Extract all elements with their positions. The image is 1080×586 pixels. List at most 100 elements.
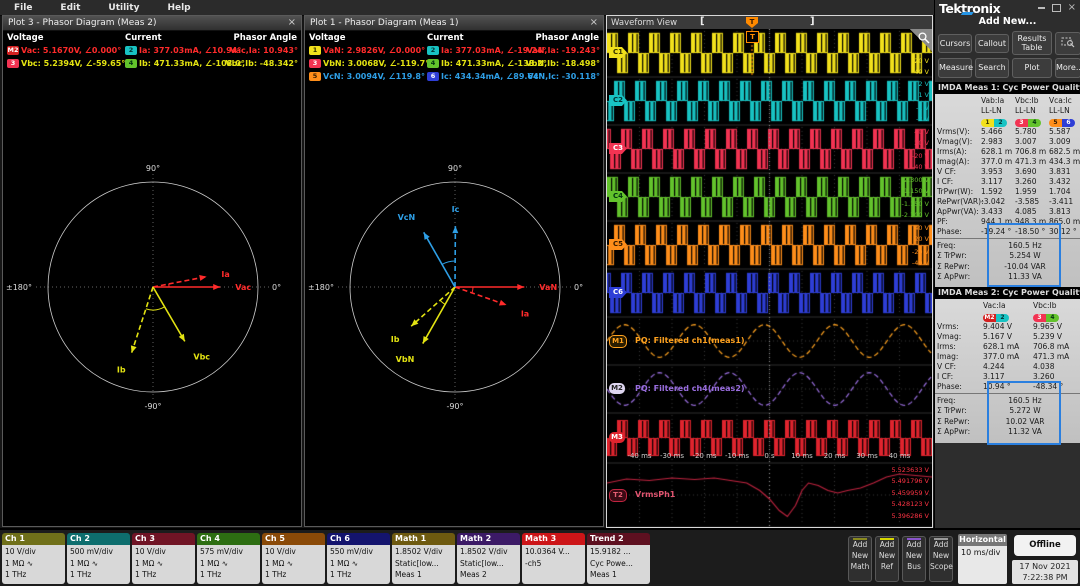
meas2-table: Vac:Ia Vbc:Ib M2 2 3 4 Vrms: 9.404 V 9.965 V Vmag…	[935, 298, 1080, 445]
expansion-bracket-left[interactable]: [	[700, 16, 705, 27]
badge-setting-line: 10 V/div	[135, 547, 166, 556]
close-icon[interactable]: ×	[590, 18, 598, 28]
close-window-icon[interactable]: ×	[1068, 3, 1076, 13]
plot1-title-bar[interactable]: Plot 1 - Phasor Diagram (Meas 1) ×	[305, 16, 603, 31]
waveform-channel-badge-M2[interactable]: M2	[609, 383, 625, 394]
badge-settings: 575 mV/div 1 MΩ ∿ 1 THz	[197, 545, 260, 584]
channel-settings-badge-math1[interactable]: Math 1 1.8502 V/div Static[low... Meas 1	[392, 533, 455, 584]
meas-value: 706.8 m	[1015, 146, 1047, 156]
phasor-diagram: 90° -90° 0° ±180° VaN Ia VbN Ib VcN Ic	[308, 164, 583, 411]
axis-label-180: ±180°	[6, 283, 32, 292]
scale-label: 20 V	[914, 139, 929, 148]
source-badge: 5	[1049, 118, 1062, 127]
offline-button[interactable]: Offline	[1014, 535, 1076, 556]
meas-value: 1.959	[1015, 186, 1037, 196]
add-new-scope-button[interactable]: Add New Scope	[929, 536, 953, 582]
meas2-header[interactable]: IMDA Meas 2: Cyc Power Quality'	[935, 286, 1080, 299]
waveform-channel-badge-M1[interactable]: M1	[609, 335, 627, 348]
scale-label: -2.300 V	[901, 211, 929, 220]
minimize-icon[interactable]	[1037, 7, 1045, 9]
accent-line	[853, 538, 867, 540]
trigger-level-marker[interactable]: T	[746, 31, 759, 43]
scale-label: -40 V	[911, 259, 929, 268]
badge-title: Ch 6	[327, 533, 390, 545]
plot3-title-bar[interactable]: Plot 3 - Phasor Diagram (Meas 2) ×	[3, 16, 301, 31]
restore-icon[interactable]	[1051, 4, 1061, 12]
horizontal-value: 10 ms/div	[958, 546, 1007, 584]
badge-setting-line: 1 MΩ ∿	[5, 558, 34, 568]
phasor-vector-label: Vbc	[193, 353, 210, 362]
add-button-line: New	[932, 550, 950, 560]
channel-settings-badge-ch5[interactable]: Ch 5 10 V/div 1 MΩ ∿ 1 THz	[262, 533, 325, 584]
meas-row-label: ApPwr(VA):	[937, 206, 979, 216]
badge-settings: 500 mV/div 1 MΩ ∿ 1 THz	[67, 545, 130, 584]
menu-item-help[interactable]: Help	[153, 3, 204, 13]
results-table-button[interactable]: Results Table	[1012, 31, 1052, 56]
zoom-corner-icon[interactable]	[908, 29, 932, 53]
add-new-math-button[interactable]: Add New Math	[848, 536, 872, 582]
meas-value: 2.983	[981, 136, 1003, 146]
close-icon[interactable]: ×	[288, 18, 296, 28]
source-badge: 4	[1046, 313, 1059, 322]
meas1-header[interactable]: IMDA Meas 1: Cyc Power Quality'	[935, 81, 1080, 94]
channel-settings-badge-ch3[interactable]: Ch 3 10 V/div 1 MΩ ∿ 1 THz	[132, 533, 195, 584]
time-text: 7:22:38 PM	[1022, 573, 1068, 583]
channel-settings-badge-ch4[interactable]: Ch 4 575 mV/div 1 MΩ ∿ 1 THz	[197, 533, 260, 584]
horizontal-badge[interactable]: Horizontal 10 ms/div	[958, 534, 1007, 584]
channel-settings-badge-math2[interactable]: Math 2 1.8502 V/div Static[low... Meas 2	[457, 533, 520, 584]
selection-highlight-box[interactable]	[987, 222, 1061, 287]
channel-settings-badge-ch6[interactable]: Ch 6 550 mV/div 1 MΩ ∿ 1 THz	[327, 533, 390, 584]
add-button-line: Bus	[907, 561, 921, 571]
phasor-vector-Ia	[454, 286, 507, 306]
channel-settings-badge-ch2[interactable]: Ch 2 500 mV/div 1 MΩ ∿ 1 THz	[67, 533, 130, 584]
channel-badge: 4	[427, 59, 439, 68]
add-button-line: New	[851, 550, 869, 560]
meas-value: 377.0 mA	[983, 351, 1020, 361]
axis-label-0: 0°	[272, 283, 281, 292]
phasor-vector-label: Ic	[452, 205, 460, 214]
menu-item-edit[interactable]: Edit	[46, 3, 94, 13]
callout-button[interactable]: Callout	[975, 33, 1009, 53]
add-new-label: Add New...	[978, 16, 1037, 27]
badge-setting-line: 1 THz	[5, 570, 27, 580]
selection-highlight-box[interactable]	[987, 380, 1061, 445]
add-new-ref-button[interactable]: Add New Ref	[875, 536, 899, 582]
cursors-button[interactable]: Cursors	[938, 33, 972, 53]
meas-value: 3.260	[1015, 176, 1037, 186]
plot-button[interactable]: Plot	[1012, 58, 1052, 78]
measure-button[interactable]: Measure	[938, 58, 973, 78]
scale-label: -40 V	[911, 163, 929, 172]
channel-settings-badge-math3[interactable]: Math 3 10.0364 V... -ch5	[522, 533, 585, 584]
meas-summary-label: Σ TrPwr:	[937, 251, 967, 261]
meas-value: 3.813	[1049, 206, 1071, 216]
phasor-vector-label: Ib	[117, 365, 126, 374]
search-button[interactable]: Search	[975, 58, 1009, 78]
time-axis-label: 40 ms	[888, 452, 911, 460]
menu-item-utility[interactable]: Utility	[94, 3, 153, 13]
meas-col-sub: LL-LN	[1015, 105, 1036, 115]
expansion-bracket-right[interactable]: ]	[810, 16, 815, 27]
badge-title: Math 2	[457, 533, 520, 545]
waveform-label-T2: VrmsPh1	[635, 490, 676, 499]
waveform-channel-badge-M3[interactable]: M3	[609, 432, 625, 443]
readout-column-headers: Voltage Current Phasor Angle	[305, 31, 603, 45]
voltage-column-header: Voltage	[309, 33, 346, 43]
add-new-bus-button[interactable]: Add New Bus	[902, 536, 926, 582]
waveform-channel-badge-T2[interactable]: T2	[609, 489, 627, 502]
menu-item-file[interactable]: File	[0, 3, 46, 13]
channel-settings-badge-ch1[interactable]: Ch 1 10 V/div 1 MΩ ∿ 1 THz	[2, 533, 65, 584]
zoom-select-button[interactable]	[1055, 31, 1080, 55]
current-readout: Ia: 377.03mA, ∠10.94°	[139, 46, 242, 55]
waveform-label-M1: PQ: Filtered ch1(meas1)	[635, 336, 745, 345]
channel-settings-badge-trend2[interactable]: Trend 2 15.9182 ... Cyc Powe... Meas 1	[587, 533, 650, 584]
meas-value: 4.244	[983, 361, 1005, 371]
source-badge-pair: 34	[1015, 118, 1041, 127]
meas-badge-cell: 12	[981, 117, 1007, 127]
accent-line	[880, 538, 894, 540]
phasor-vector-VcN	[422, 231, 456, 288]
meas-value: 5.239 V	[1033, 331, 1062, 341]
more-button[interactable]: More...	[1055, 58, 1080, 78]
waveform-title-bar[interactable]: Waveform View [ ]	[607, 16, 932, 29]
phasor-readout-row: 1 VaN: 2.9826V, ∠0.000° 2 Ia: 377.03mA, ∠-1…	[305, 45, 603, 58]
scale-label: 20 V	[914, 235, 929, 244]
